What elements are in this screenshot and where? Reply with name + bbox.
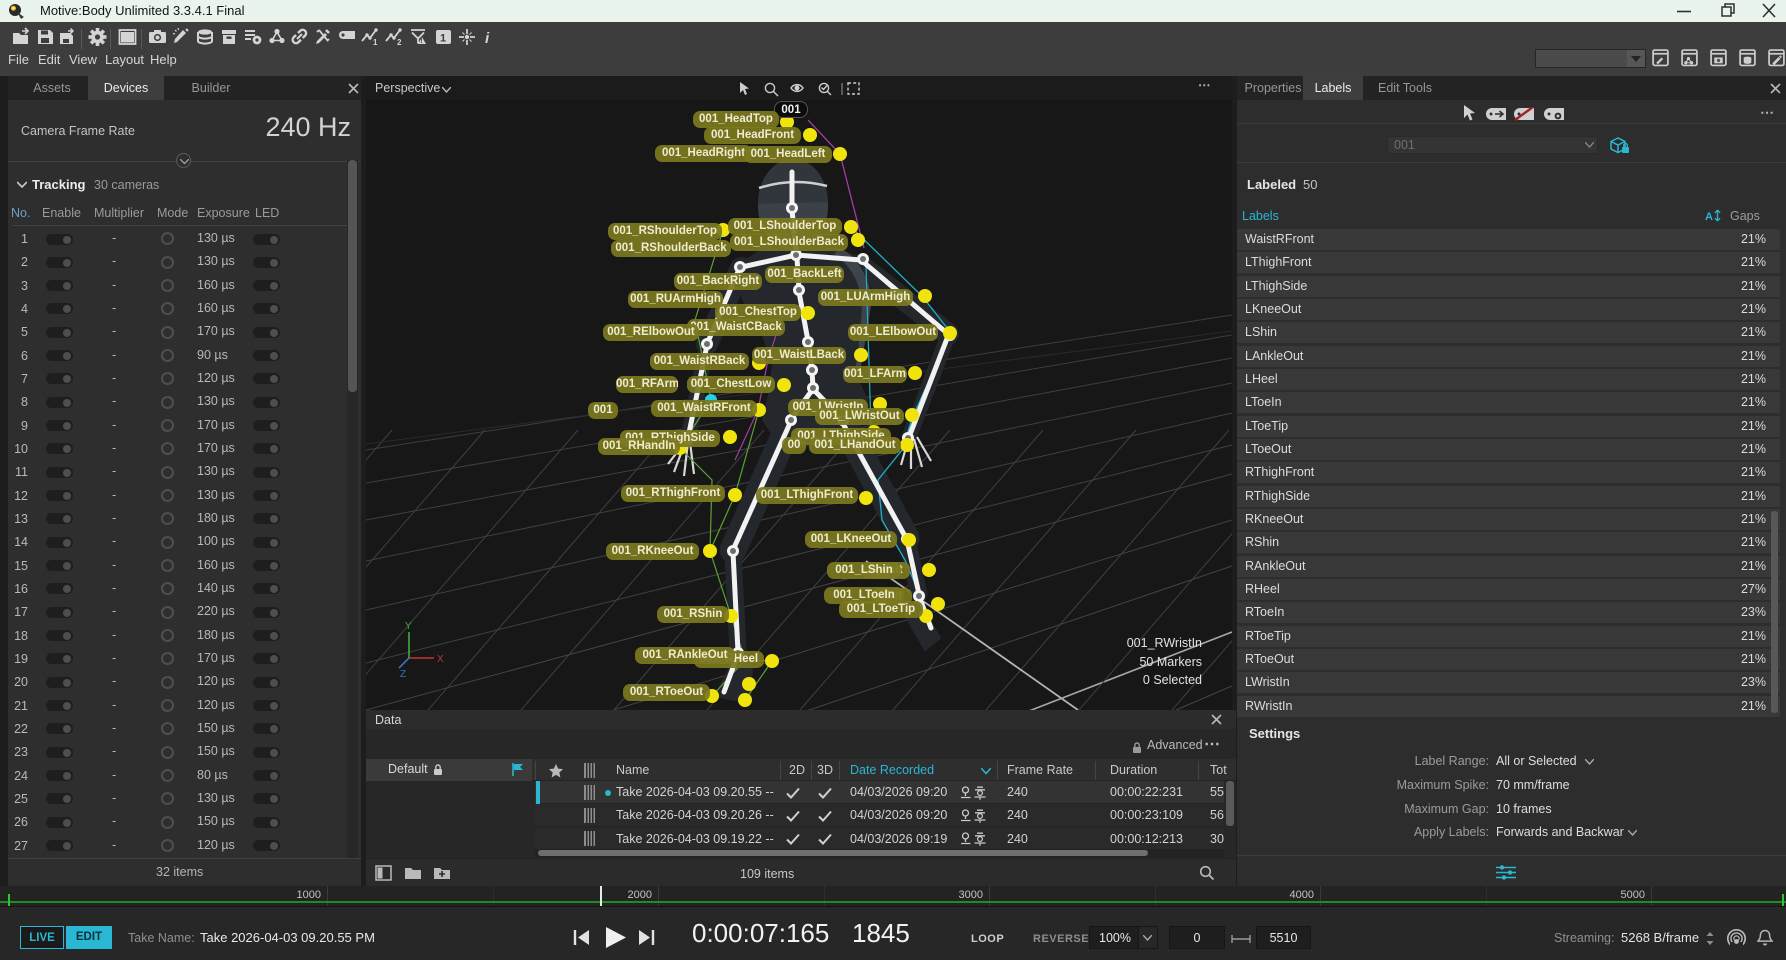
svg-text:X: X — [437, 654, 444, 665]
svg-text:1: 1 — [440, 33, 446, 45]
svg-text:A: A — [1705, 211, 1713, 223]
svg-text:!: ! — [420, 38, 422, 45]
svg-text:Z: Z — [400, 669, 406, 680]
svg-text:Y: Y — [405, 621, 412, 632]
svg-text:i: i — [485, 30, 490, 47]
svg-text:2: 2 — [397, 38, 402, 47]
svg-text:1: 1 — [373, 38, 378, 47]
